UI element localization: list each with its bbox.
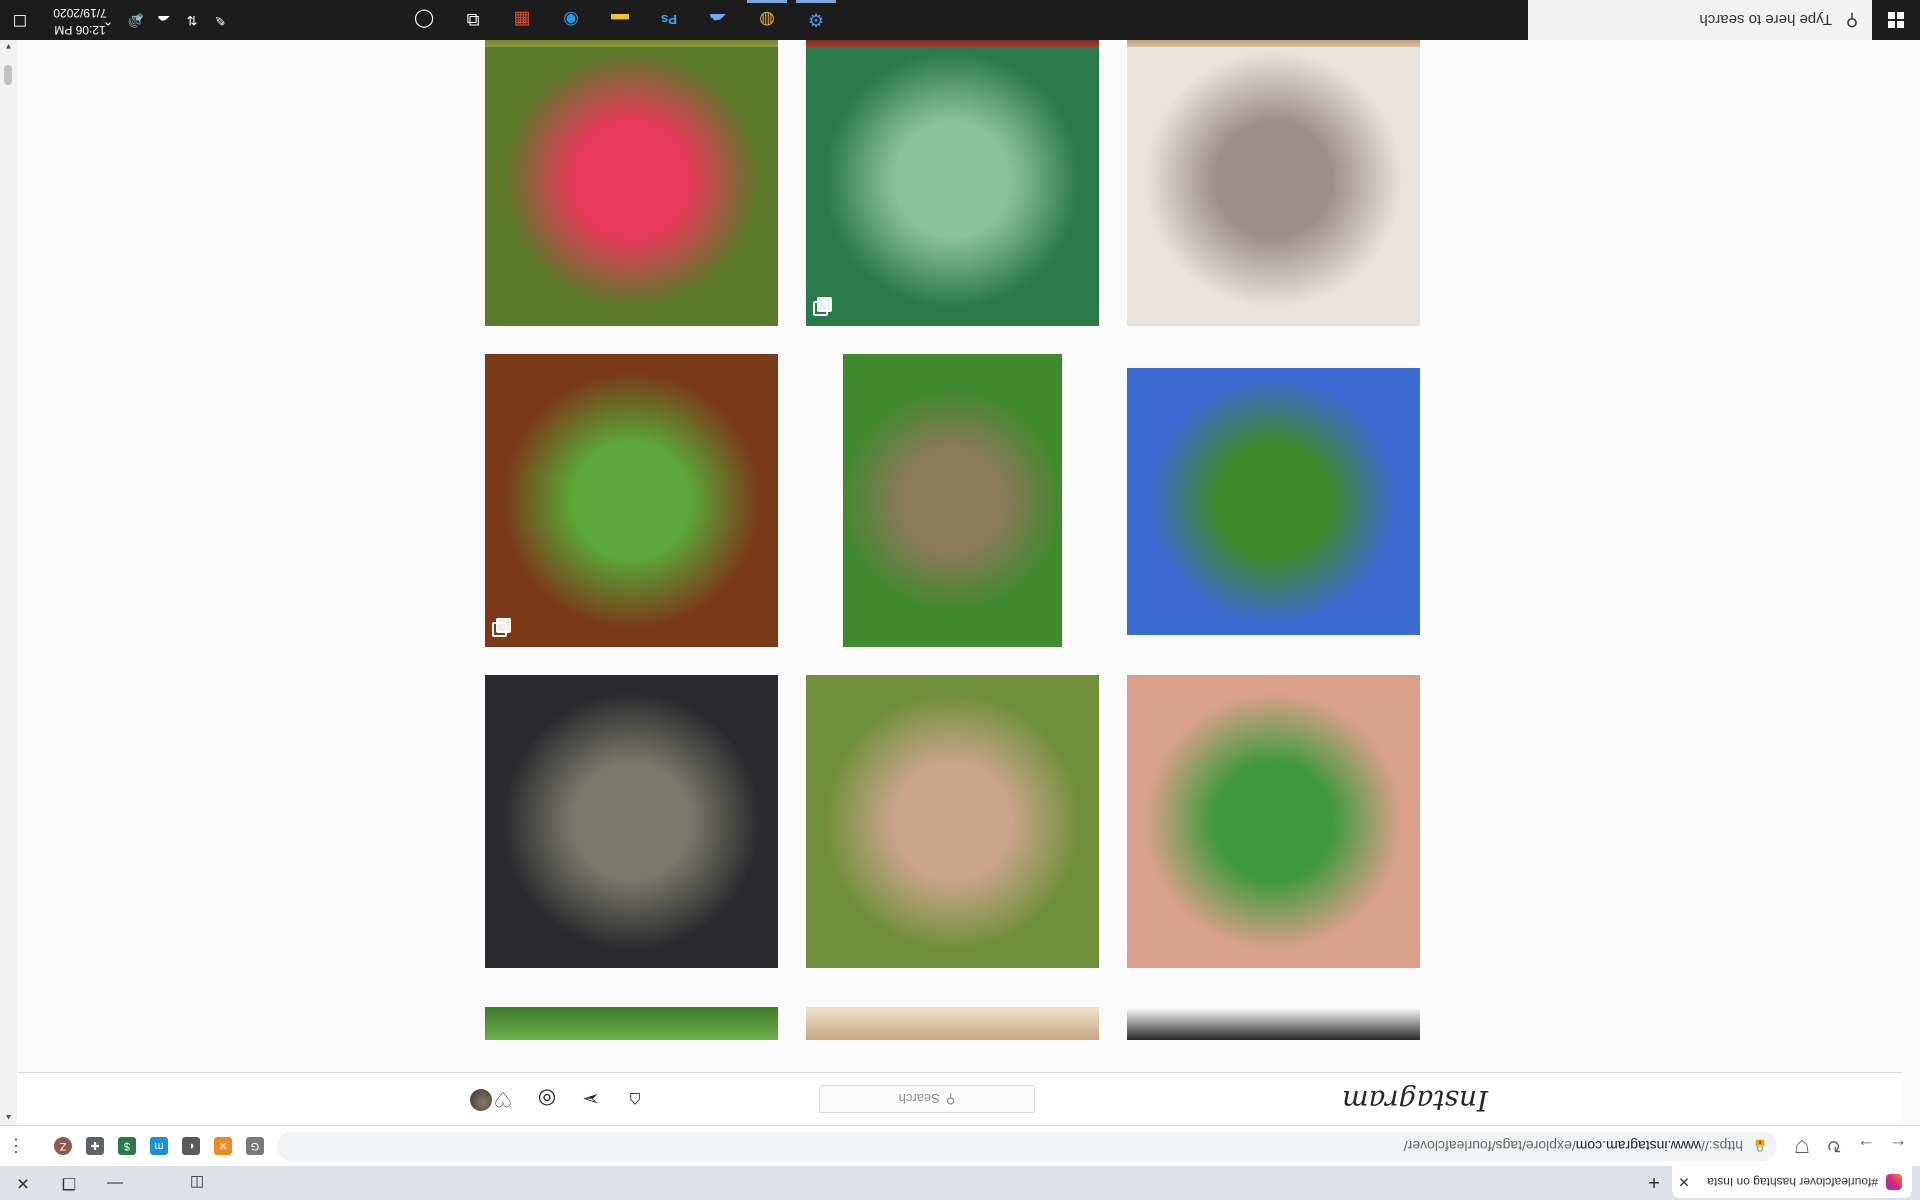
instagram-logo[interactable]: Instagram [1342,1084,1488,1117]
lock-icon: 🔒 [1752,1139,1768,1153]
multiple-photos-icon [495,621,511,637]
new-tab-button[interactable]: + [1642,1170,1666,1194]
instagram-nav: Instagram ⚲ Search ⌂ ➢ ◎ ♡ [17,1072,1903,1125]
grid-tile-partial[interactable] [806,1007,1099,1040]
grid-tile[interactable] [1127,675,1420,968]
extension-icon[interactable]: ✕ [214,1137,232,1155]
search-icon: ⚲ [945,1092,956,1107]
pen-icon[interactable]: ✎ [210,12,230,28]
tile-image [806,33,1099,326]
grid-tile[interactable] [1127,33,1420,326]
start-button[interactable] [1872,0,1920,40]
cortana-icon[interactable]: ◯ [400,0,448,40]
minimize-button[interactable]: — [92,1166,138,1200]
explore-icon[interactable]: ◎ [534,1086,560,1112]
shield-icon[interactable]: ⛉ [1788,1132,1816,1160]
scrollbar-thumb[interactable] [4,65,12,85]
close-window-button[interactable]: ✕ [0,1166,46,1200]
tile-image [843,354,1062,647]
taskbar-search-placeholder: Type here to search [1699,11,1832,29]
browser-tab[interactable]: #fourleafclover hashtag on Insta ✕ [1672,1166,1912,1198]
page-scrollbar[interactable] [0,40,17,1125]
extension-icon[interactable]: G [246,1137,264,1155]
multiple-photos-icon [816,300,832,316]
screen: #fourleafclover hashtag on Insta ✕ + — ❐… [0,0,1920,1200]
forward-button[interactable]: → [1852,1132,1880,1160]
extension-icon[interactable]: m [150,1137,168,1155]
edge-icon[interactable]: ◉ [547,0,595,40]
extension-icon[interactable]: ◐ [182,1137,200,1155]
extension-icon[interactable]: Z [54,1137,72,1155]
clock-time: 12:06 PM [54,23,106,37]
app-gear-icon[interactable]: ⚙ [792,0,840,40]
clock-date: 7/19/2020 [53,6,107,20]
tile-image [806,675,1099,968]
file-explorer-icon[interactable]: ▬ [596,0,644,40]
task-view-icon[interactable]: ⧉ [449,0,497,40]
browser-menu-icon[interactable]: ⋮ [2,1132,30,1160]
search-icon: ⚲ [1845,11,1859,30]
tile-image [1127,675,1420,968]
photoshop-icon[interactable]: Ps [645,0,693,40]
grid-tile[interactable] [485,354,778,647]
extension-icon[interactable]: $ [118,1137,136,1155]
taskbar-search-box[interactable]: ⚲ Type here to search [1528,0,1872,40]
browser-tab-strip: #fourleafclover hashtag on Insta ✕ + — ❐… [0,1166,1920,1200]
extension-icon[interactable]: ✚ [86,1137,104,1155]
browser-toolbar: ← → ↻ ⛉ 🔒 https:// www.instagram.com /ex… [0,1125,1920,1166]
volume-icon[interactable]: 🔊 [126,12,146,28]
instagram-favicon-icon [1886,1174,1902,1190]
tile-image [485,354,778,647]
search-input[interactable]: ⚲ Search [819,1085,1035,1113]
reload-button[interactable]: ↻ [1820,1132,1848,1160]
avatar[interactable] [470,1089,492,1111]
store-icon[interactable]: ▦ [498,0,546,40]
tile-image [485,33,778,326]
grid-tile[interactable] [806,33,1099,326]
windows-logo-icon [1888,12,1904,28]
search-placeholder: Search [898,1091,940,1107]
scroll-down-arrow[interactable]: ▼ [0,40,17,54]
chrome-icon[interactable]: ◍ [743,0,791,40]
tile-image [1127,33,1420,326]
notification-icon[interactable]: ☐ [0,0,40,40]
url-scheme: https:// [1700,1138,1743,1154]
window-layout-icon[interactable]: ◫ [174,1166,220,1200]
clock[interactable]: 12:06 PM 7/19/2020 [45,4,115,38]
grid-tile[interactable] [806,354,1099,647]
onedrive-tray-icon[interactable]: ☁ [154,12,174,28]
close-tab-icon[interactable]: ✕ [1672,1174,1696,1191]
tab-title: #fourleafclover hashtag on Insta [1707,1175,1878,1189]
back-button[interactable]: ← [1884,1132,1912,1160]
grid-tile-partial[interactable] [485,1007,778,1040]
grid-tile[interactable] [1127,354,1420,647]
grid-tile[interactable] [485,675,778,968]
direct-icon[interactable]: ➢ [578,1086,604,1112]
network-icon[interactable]: ⇅ [182,12,202,28]
grid-tile[interactable] [806,675,1099,968]
grid-tile-partial[interactable] [1127,1007,1420,1040]
url-host: www.instagram.com [1575,1138,1701,1154]
windows-taskbar: ⚲ Type here to search ◯ ⧉ ▦ ◉ ▬ Ps ☁ ◍ ⚙ ✎ ⇅ ☁ 🔊 ⌃ 1… [0,0,1920,40]
tile-image [485,675,778,968]
restore-button[interactable]: ❐ [46,1166,92,1200]
tile-image [1127,368,1420,635]
scroll-up-arrow[interactable]: ▲ [0,1111,17,1125]
heart-icon[interactable]: ♡ [490,1086,516,1112]
address-bar[interactable]: 🔒 https:// www.instagram.com /explore/ta… [277,1131,1777,1161]
url-path: /explore/tags/fourleafclover/ [1403,1138,1576,1154]
onedrive-icon[interactable]: ☁ [694,0,742,40]
home-icon[interactable]: ⌂ [622,1086,648,1112]
grid-tile[interactable] [485,33,778,326]
